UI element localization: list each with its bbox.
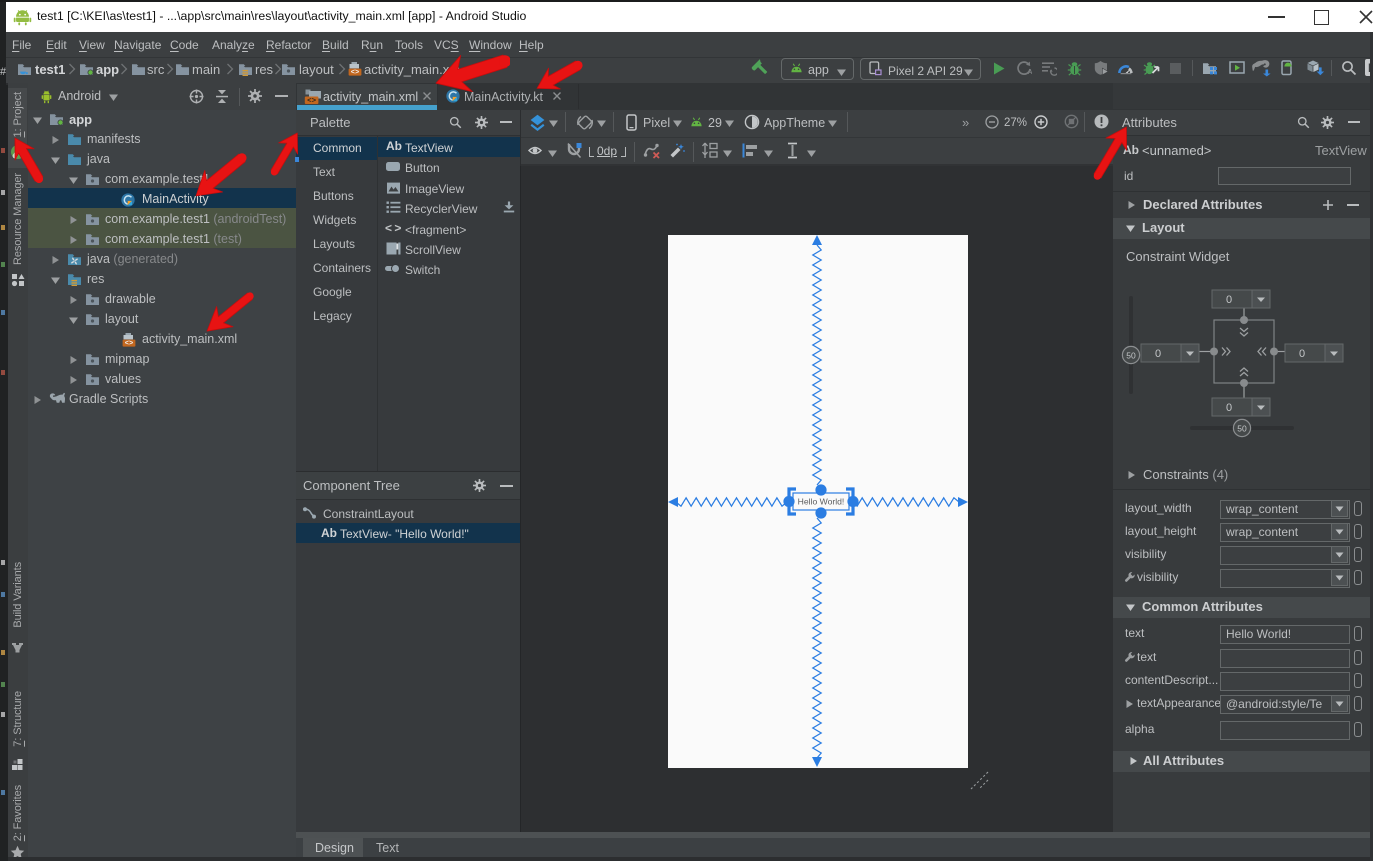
svg-text:<>: <>: [351, 69, 359, 77]
svg-text:50: 50: [1237, 424, 1247, 434]
svg-text:0: 0: [1226, 294, 1232, 306]
svg-text:50: 50: [1126, 351, 1136, 361]
svg-text:0: 0: [1155, 348, 1161, 360]
svg-text:0: 0: [1299, 348, 1305, 360]
svg-text:<>: <>: [125, 340, 133, 348]
svg-text:A: A: [1028, 69, 1033, 76]
svg-text:<>: <>: [307, 98, 317, 105]
svg-text:0: 0: [1226, 402, 1232, 414]
svg-text:Hello World!: Hello World!: [798, 497, 845, 507]
